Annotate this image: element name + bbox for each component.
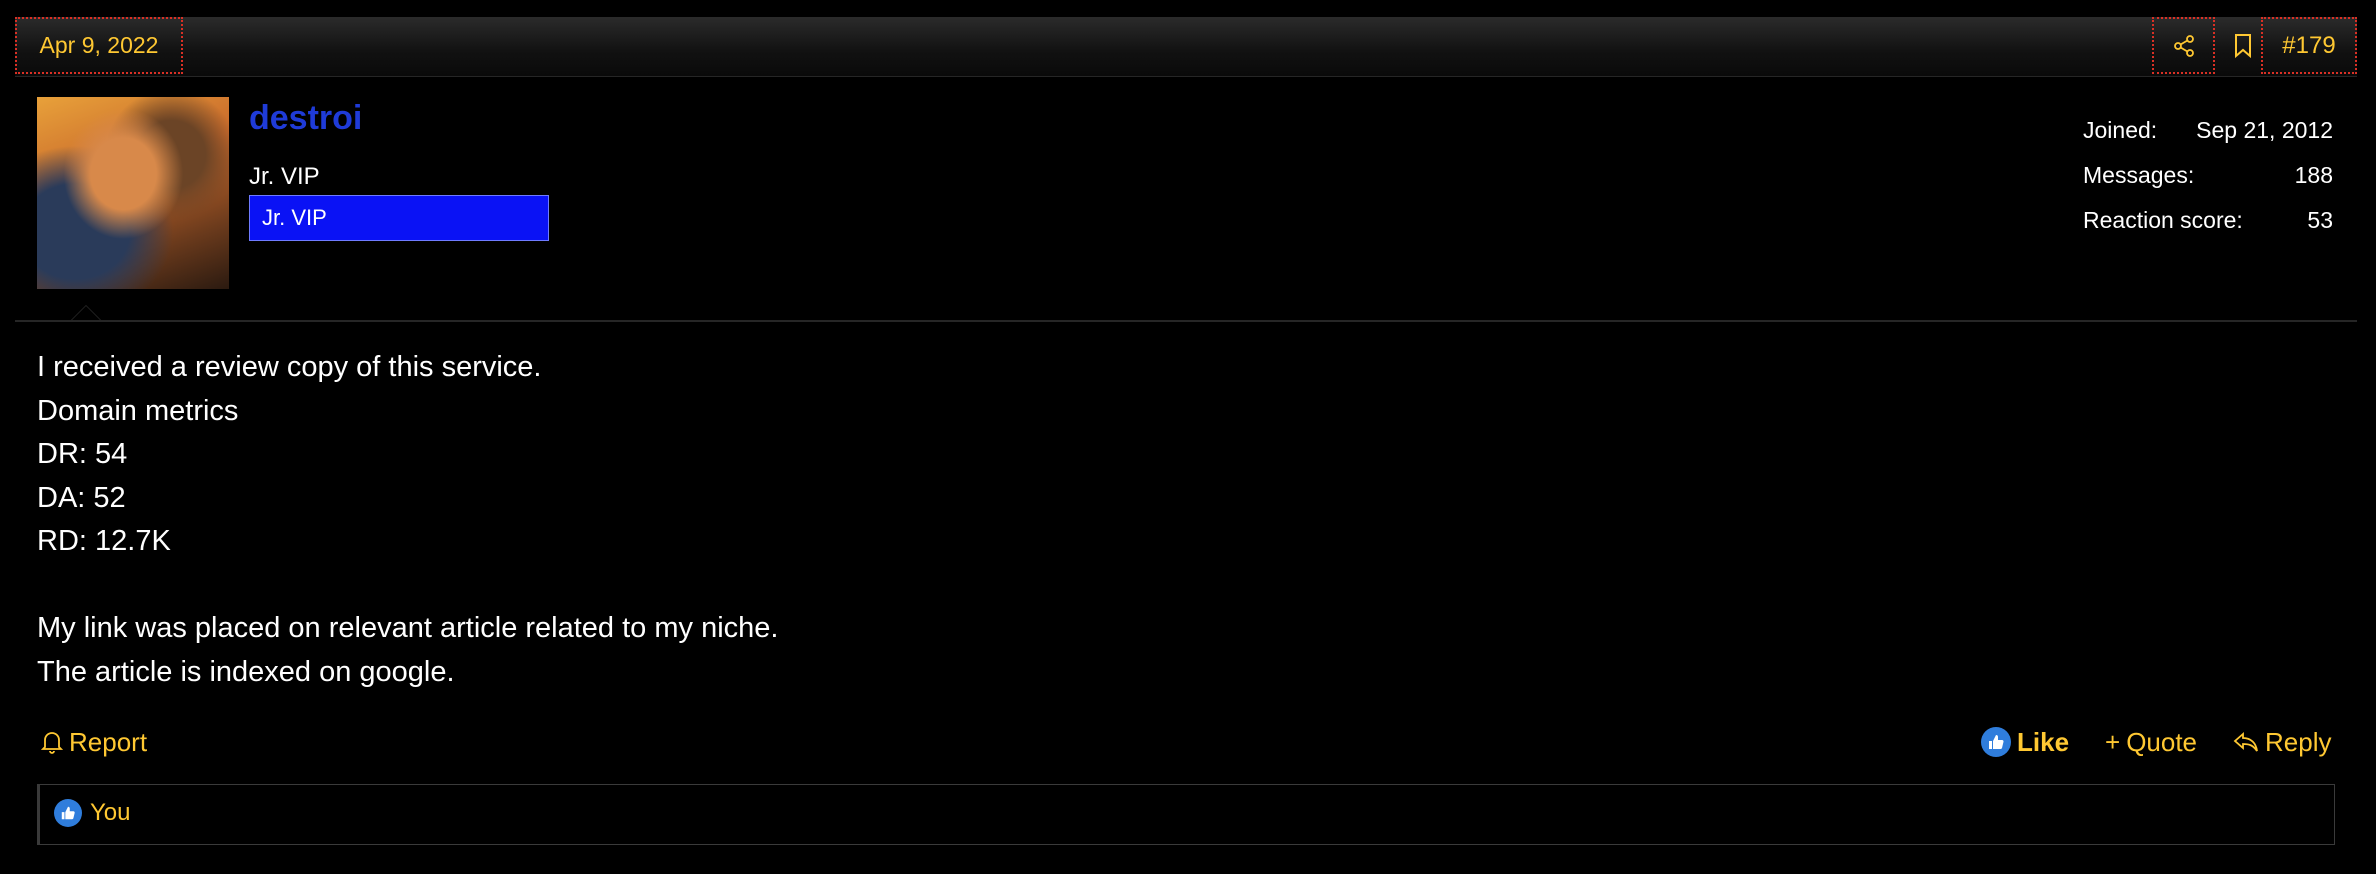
username-link[interactable]: destroi	[249, 99, 362, 138]
body-line: My link was placed on relevant article r…	[37, 612, 779, 644]
stat-label: Reaction score:	[2083, 207, 2243, 233]
stat-label: Joined:	[2083, 117, 2158, 143]
thumbs-up-icon	[1981, 727, 2011, 757]
user-title: Jr. VIP	[249, 163, 320, 190]
stat-joined: Joined: Sep 21, 2012	[2083, 117, 2333, 162]
post-date-link[interactable]: Apr 9, 2022	[15, 17, 183, 74]
post-header	[15, 17, 2357, 77]
post-number-link[interactable]: #179	[2261, 17, 2357, 74]
body-line: I received a review copy of this service…	[37, 351, 542, 383]
user-banner: Jr. VIP	[249, 195, 549, 241]
stat-value: Sep 21, 2012	[2196, 117, 2333, 143]
reaction-users-label[interactable]: You	[90, 799, 131, 827]
forum-post: Apr 9, 2022 #179 destroi Jr. VIP Jr. VIP…	[15, 15, 2357, 874]
reaction-list[interactable]: You	[54, 799, 131, 827]
share-icon	[2173, 34, 2194, 57]
body-line: Domain metrics	[37, 394, 239, 427]
report-button[interactable]: Report	[41, 722, 147, 762]
stat-reaction-score: Reaction score: 53	[2083, 207, 2333, 252]
stat-value: 53	[2307, 207, 2333, 233]
bell-icon	[41, 732, 63, 754]
like-label: Like	[2017, 726, 2070, 757]
body-line	[37, 564, 778, 608]
stat-value[interactable]: 188	[2295, 162, 2333, 189]
user-stats: Joined: Sep 21, 2012 Messages: 188 React…	[2083, 117, 2333, 252]
reply-button[interactable]: Reply	[2233, 722, 2331, 762]
quote-label: Quote	[2126, 726, 2198, 757]
stat-label: Messages:	[2083, 162, 2195, 188]
bookmark-icon	[2235, 33, 2251, 58]
stat-messages: Messages: 188	[2083, 162, 2333, 207]
plus-icon: +	[2105, 726, 2121, 757]
like-button[interactable]: Like	[1981, 722, 2069, 762]
avatar-pointer	[70, 305, 102, 321]
divider	[15, 320, 2357, 322]
body-line: DR: 54	[37, 438, 128, 470]
post-body: I received a review copy of this service…	[37, 346, 778, 694]
quote-button[interactable]: + Quote	[2105, 722, 2197, 762]
share-button[interactable]	[2152, 17, 2215, 74]
thumbs-up-icon	[54, 799, 82, 827]
body-line: RD: 12.7K	[37, 525, 171, 557]
avatar[interactable]	[37, 97, 229, 289]
reply-icon	[2233, 732, 2258, 752]
reply-label: Reply	[2265, 726, 2332, 757]
body-line: The article is indexed on google.	[37, 655, 455, 688]
body-line: DA: 52	[37, 481, 126, 514]
report-label: Report	[69, 726, 148, 757]
reactions-bar: You	[37, 784, 2335, 845]
bookmark-button[interactable]	[2223, 17, 2263, 74]
